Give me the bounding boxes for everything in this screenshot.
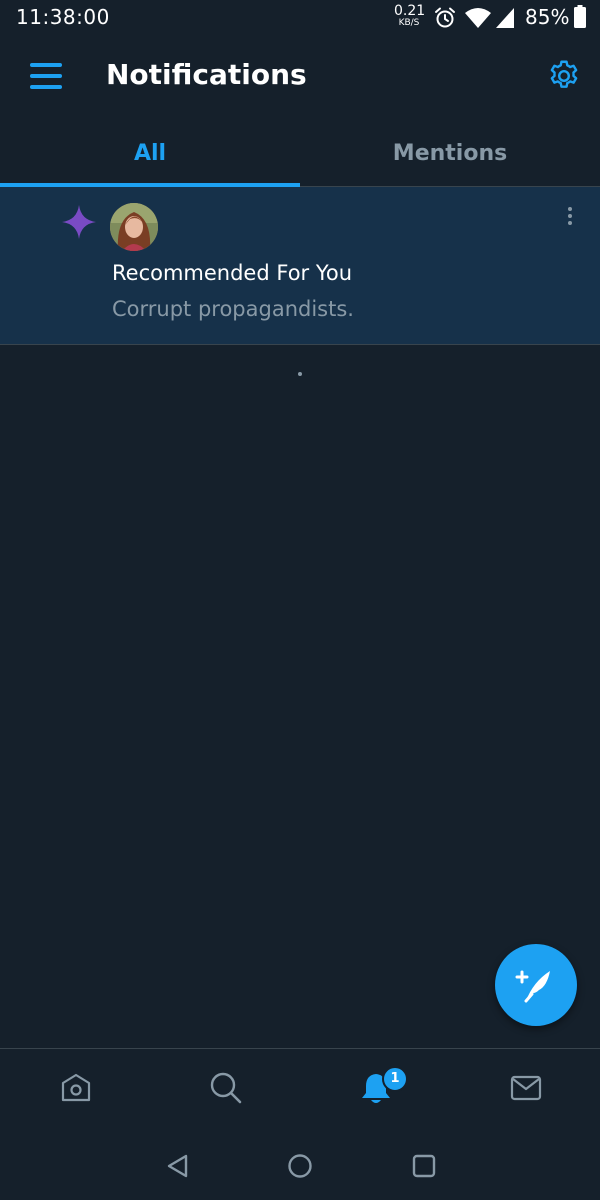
- battery-icon: [574, 5, 586, 33]
- nav-home[interactable]: [0, 1049, 150, 1131]
- menu-button[interactable]: [26, 58, 66, 94]
- recents-icon: [410, 1154, 438, 1184]
- notification-subtitle: Corrupt propagandists.: [112, 297, 354, 321]
- back-icon: [164, 1154, 192, 1184]
- system-back-button[interactable]: [164, 1152, 192, 1180]
- cell-signal-icon: [494, 6, 516, 34]
- sparkle-icon: [60, 203, 98, 241]
- alarm-icon: [433, 6, 457, 34]
- status-bar: 11:38:00 0.21 KB/S 85%: [0, 0, 600, 36]
- compose-tweet-button[interactable]: [495, 944, 577, 1026]
- gear-icon: [546, 60, 582, 98]
- status-time: 11:38:00: [16, 5, 110, 29]
- settings-button[interactable]: [546, 58, 582, 94]
- tab-all[interactable]: All: [0, 120, 300, 186]
- app-header: Notifications: [0, 36, 600, 120]
- home-circle-icon: [286, 1154, 314, 1184]
- notifications-screen: 11:38:00 0.21 KB/S 85% Notifications All…: [0, 0, 600, 1200]
- notification-item[interactable]: Recommended For You Corrupt propagandist…: [0, 187, 600, 345]
- network-speed: 0.21 KB/S: [394, 3, 426, 28]
- battery-percentage: 85%: [525, 5, 570, 29]
- notification-tabs: All Mentions: [0, 120, 600, 187]
- notification-count-badge: 1: [382, 1066, 408, 1092]
- wifi-icon: [464, 6, 492, 34]
- system-home-button[interactable]: [286, 1152, 314, 1180]
- hamburger-menu-icon: [26, 63, 66, 98]
- notification-title: Recommended For You: [112, 261, 353, 285]
- tab-mentions[interactable]: Mentions: [300, 120, 600, 186]
- more-vertical-icon: [560, 207, 580, 233]
- network-speed-value: 0.21: [394, 3, 426, 19]
- more-options-button[interactable]: [560, 205, 580, 229]
- nav-messages[interactable]: [450, 1049, 600, 1131]
- network-speed-unit: KB/S: [398, 18, 420, 28]
- tab-all-label: All: [133, 140, 167, 166]
- system-recents-button[interactable]: [410, 1152, 438, 1180]
- nav-notifications[interactable]: 1: [300, 1049, 450, 1131]
- bottom-navigation: 1: [0, 1048, 600, 1131]
- loading-indicator: [298, 372, 302, 376]
- tab-mentions-label: Mentions: [392, 140, 508, 166]
- nav-search[interactable]: [150, 1049, 300, 1131]
- compose-tweet-icon: [495, 970, 577, 1030]
- system-navigation-bar: [0, 1130, 600, 1200]
- avatar[interactable]: [110, 203, 158, 251]
- page-title: Notifications: [106, 58, 307, 91]
